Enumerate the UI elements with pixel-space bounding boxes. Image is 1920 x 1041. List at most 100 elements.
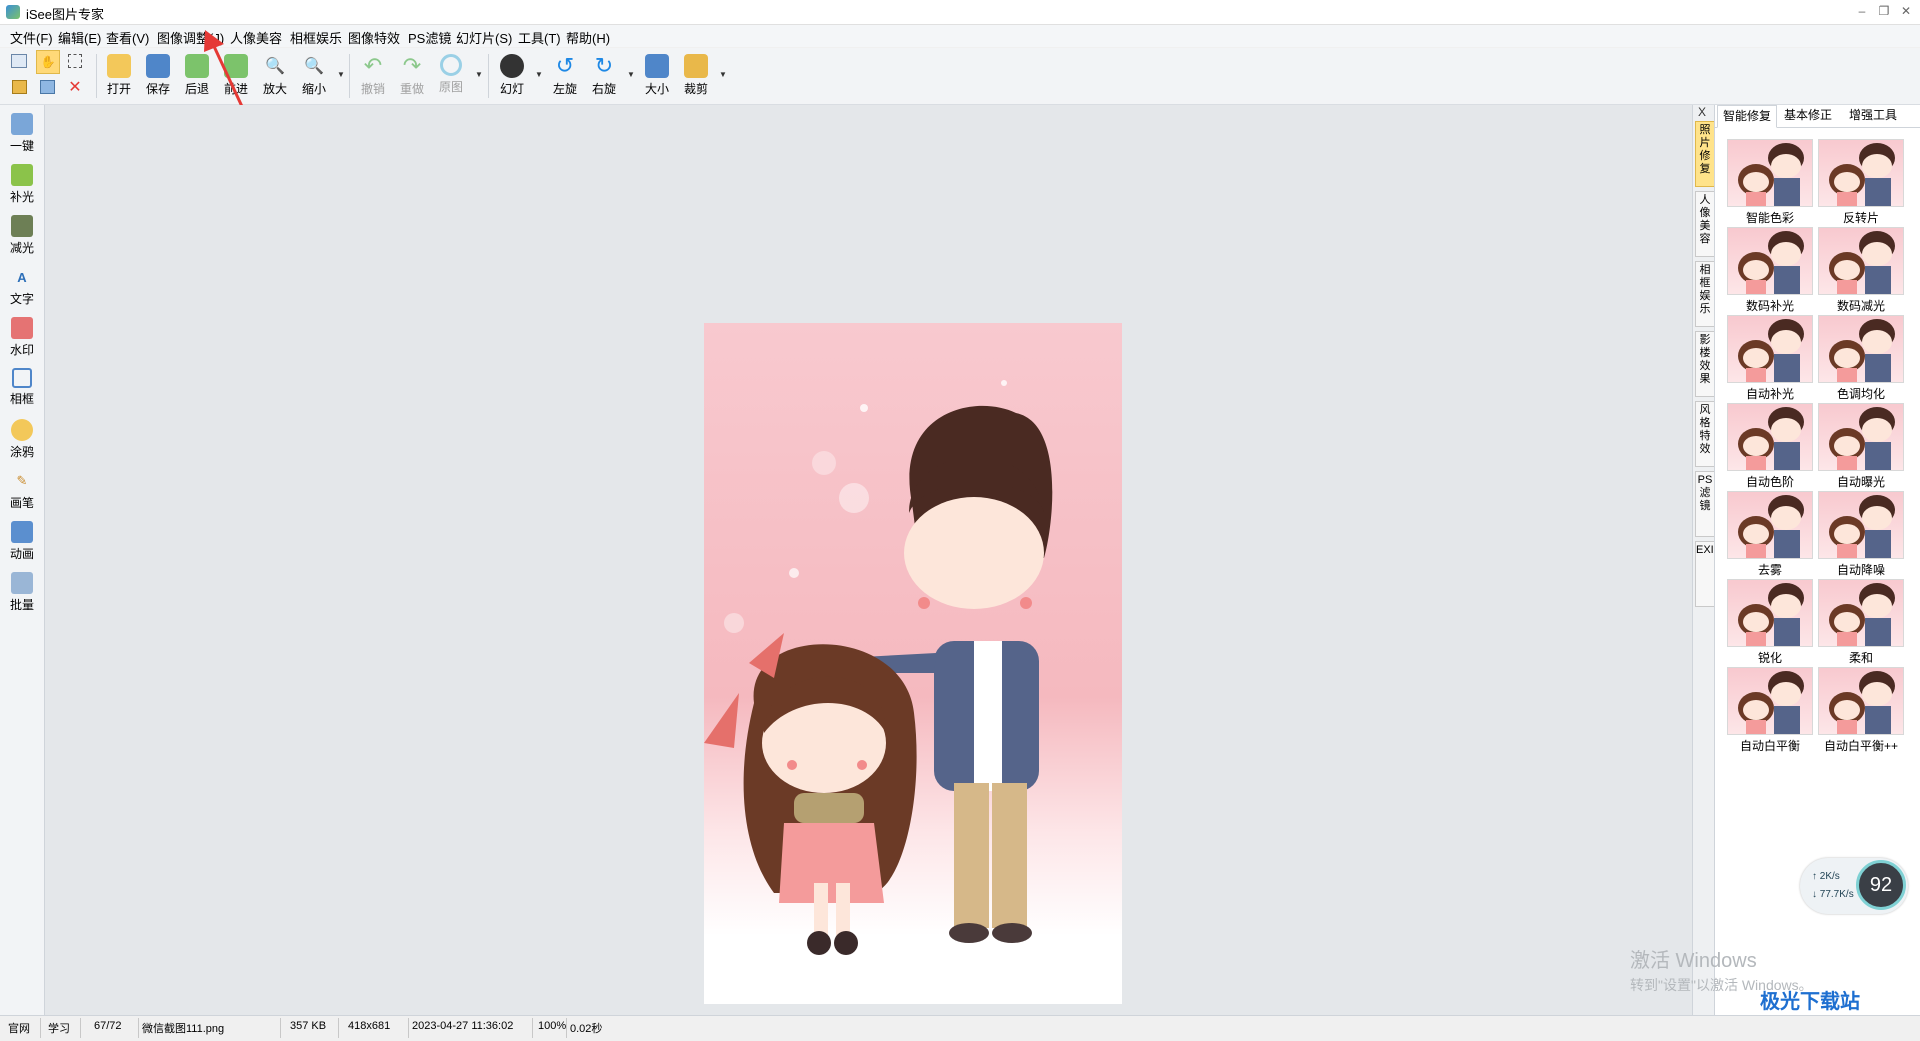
file-size: 357 KB (290, 1020, 327, 1032)
text-button[interactable]: A 文字 (2, 262, 42, 310)
category-side-tabs: X 照片修复 人像美容 相框娱乐 影楼效果 风格特效 PS滤镜 EXIF (1692, 105, 1720, 1015)
original-dropdown-icon[interactable]: ▼ (475, 70, 483, 79)
tab-portrait-beauty[interactable]: 人像美容 (1695, 191, 1715, 257)
watermark-button[interactable]: 水印 (2, 313, 42, 361)
effect-thumb[interactable]: 柔和 (1818, 579, 1904, 665)
animation-button[interactable]: 动画 (2, 517, 42, 565)
menu-frame[interactable]: 相框娱乐 (290, 28, 342, 47)
left-toolbar: 一键 补光 减光 A 文字 水印 相框 涂鸦 ✎ 画笔 动画 批量 (0, 105, 45, 1015)
effect-preview-image (1727, 491, 1813, 559)
file-name: 微信截图111.png (142, 1023, 225, 1035)
tab-ps-filter[interactable]: PS滤镜 (1695, 471, 1715, 537)
effect-thumb[interactable]: 色调均化 (1818, 315, 1904, 401)
effect-thumb[interactable]: 数码减光 (1818, 227, 1904, 313)
zoom-dropdown-icon[interactable]: ▼ (337, 70, 345, 79)
effect-label: 自动色阶 (1745, 475, 1794, 489)
effect-thumb[interactable]: 自动白平衡 (1727, 667, 1813, 753)
menu-effects[interactable]: 图像特效 (348, 28, 400, 47)
save-button[interactable]: 保存 (140, 50, 176, 102)
paste-icon[interactable] (36, 76, 58, 98)
effect-thumb[interactable]: 去雾 (1727, 491, 1813, 577)
pencil-icon: ✎ (16, 473, 28, 488)
close-button[interactable]: ✕ (1898, 2, 1914, 20)
effect-thumb[interactable]: 反转片 (1818, 139, 1904, 225)
menu-slideshow[interactable]: 幻灯片(S) (456, 28, 512, 47)
crop-dropdown-icon[interactable]: ▼ (719, 70, 727, 79)
undo-button[interactable]: ↶ 撤销 (355, 50, 391, 102)
tab-style-effects[interactable]: 风格特效 (1695, 401, 1715, 467)
delete-icon[interactable]: ✕ (64, 76, 86, 98)
restore-button[interactable]: ❐ (1876, 2, 1892, 20)
watermark-icon (11, 317, 33, 339)
batch-button[interactable]: 批量 (2, 568, 42, 616)
thumbnail-view-icon[interactable] (8, 50, 30, 72)
minimize-button[interactable]: – (1854, 2, 1870, 20)
floppy-icon (146, 54, 170, 78)
image-index: 67/72 (94, 1020, 122, 1032)
frame-button[interactable]: 相框 (2, 364, 42, 412)
app-icon (6, 5, 20, 19)
tab-smart-repair[interactable]: 智能修复 (1717, 105, 1777, 128)
tab-frame-fun[interactable]: 相框娱乐 (1695, 261, 1715, 327)
fill-light-button[interactable]: 补光 (2, 160, 42, 208)
open-button[interactable]: 打开 (101, 50, 137, 102)
rotate-right-button[interactable]: ↻ 右旋 (586, 50, 622, 102)
one-click-button[interactable]: 一键 (2, 109, 42, 157)
upload-speed: 2K/s (1819, 871, 1840, 882)
effect-label: 数码减光 (1836, 299, 1885, 313)
tab-photo-repair[interactable]: 照片修复 (1695, 121, 1715, 187)
slideshow-button[interactable]: 幻灯 (494, 50, 530, 102)
film-icon (11, 521, 33, 543)
close-panel-icon[interactable]: X (1698, 105, 1706, 119)
effect-label: 锐化 (1757, 651, 1782, 665)
reduce-light-button[interactable]: 减光 (2, 211, 42, 259)
menu-file[interactable]: 文件(F) (10, 28, 53, 47)
effect-thumb[interactable]: 锐化 (1727, 579, 1813, 665)
original-button[interactable]: 原图 (433, 50, 469, 102)
memory-gauge: 92 (1856, 860, 1906, 910)
slideshow-dropdown-icon[interactable]: ▼ (535, 70, 543, 79)
resize-button[interactable]: 大小 (639, 50, 675, 102)
menu-tools[interactable]: 工具(T) (518, 28, 561, 47)
redo-button[interactable]: ↷ 重做 (394, 50, 430, 102)
zoom-out-button[interactable]: 🔍 缩小 (296, 50, 332, 102)
tab-exif[interactable]: EXIF (1695, 541, 1720, 607)
tab-enhance-tools[interactable]: 增强工具 (1843, 105, 1903, 126)
effect-thumb[interactable]: 自动降噪 (1818, 491, 1904, 577)
effect-preview-image (1727, 315, 1813, 383)
rotate-dropdown-icon[interactable]: ▼ (627, 70, 635, 79)
hand-tool-icon[interactable]: ✋ (36, 50, 60, 74)
official-site-link[interactable]: 官网 (8, 1020, 30, 1036)
image-dimensions: 418x681 (348, 1020, 391, 1032)
effect-label: 柔和 (1848, 651, 1873, 665)
effect-thumb[interactable]: 数码补光 (1727, 227, 1813, 313)
tab-studio-effects[interactable]: 影楼效果 (1695, 331, 1715, 397)
doodle-button[interactable]: 涂鸦 (2, 415, 42, 463)
effect-label: 自动白平衡++ (1823, 739, 1899, 753)
effect-preview-image (1727, 139, 1813, 207)
download-speed: 77.7K/s (1819, 889, 1854, 900)
menu-ps-filter[interactable]: PS滤镜 (408, 28, 451, 47)
learn-link[interactable]: 学习 (48, 1020, 70, 1036)
effect-thumb[interactable]: 自动色阶 (1727, 403, 1813, 489)
effect-thumb[interactable]: 自动补光 (1727, 315, 1813, 401)
rotate-left-button[interactable]: ↺ 左旋 (547, 50, 583, 102)
crop-button[interactable]: 裁剪 (678, 50, 714, 102)
menu-edit[interactable]: 编辑(E) (58, 28, 101, 47)
tab-basic-correction[interactable]: 基本修正 (1779, 105, 1837, 126)
menu-help[interactable]: 帮助(H) (566, 28, 610, 47)
effect-thumb[interactable]: 自动曝光 (1818, 403, 1904, 489)
menu-view[interactable]: 查看(V) (106, 28, 149, 47)
frame-icon (12, 368, 32, 388)
brush-button[interactable]: ✎ 画笔 (2, 466, 42, 514)
effect-preview-image (1727, 579, 1813, 647)
effect-label: 色调均化 (1836, 387, 1885, 401)
load-time: 0.02秒 (570, 1023, 603, 1035)
select-tool-icon[interactable] (64, 50, 86, 72)
copy-icon[interactable] (8, 76, 30, 98)
effect-thumb[interactable]: 智能色彩 (1727, 139, 1813, 225)
image-canvas[interactable] (45, 105, 1692, 1015)
film-reel-icon (500, 54, 524, 78)
effect-preview-image (1818, 139, 1904, 207)
effect-thumb[interactable]: 自动白平衡++ (1818, 667, 1904, 753)
